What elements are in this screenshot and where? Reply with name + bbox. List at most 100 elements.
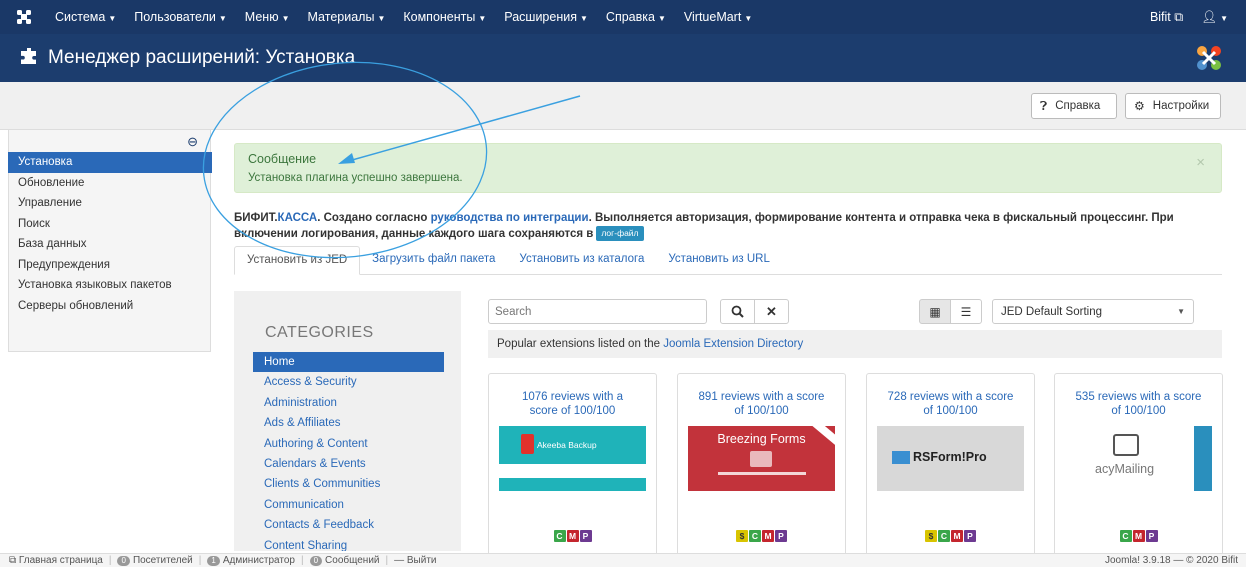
sidebar-item-warnings[interactable]: Предупреждения	[8, 255, 212, 276]
external-link-icon: ⧉	[1174, 9, 1184, 24]
admins-badge: 1	[207, 555, 220, 566]
menu-help[interactable]: Справка ▼	[597, 10, 675, 24]
page-header: Менеджер расширений: Установка	[0, 34, 1246, 82]
extension-card[interactable]: 535 reviews with a score of 100/100 acyM…	[1054, 373, 1223, 563]
review-count[interactable]: 728 reviews with a score of 100/100	[867, 390, 1034, 418]
tab-upload-package[interactable]: Загрузить файл пакета	[360, 246, 507, 275]
install-tabs: Установить из JED Загрузить файл пакета …	[234, 246, 1222, 275]
category-item[interactable]: Contacts & Feedback	[253, 515, 444, 535]
logout-icon: —	[394, 555, 405, 566]
visitors-link[interactable]: Посетителей	[133, 555, 193, 566]
menu-menus[interactable]: Меню ▼	[236, 10, 299, 24]
popular-info-bar: Popular extensions listed on the Joomla …	[488, 330, 1222, 358]
menu-users[interactable]: Пользователи ▼	[125, 10, 236, 24]
toolbar: ❓︎ Справка ⚙ Настройки	[0, 82, 1246, 130]
close-icon[interactable]: ×	[1196, 154, 1205, 171]
list-view-button[interactable]: ☰	[950, 299, 982, 324]
category-item[interactable]: Content Sharing	[253, 536, 444, 551]
log-file-button[interactable]: лог-файл	[596, 226, 644, 241]
extension-thumbnail[interactable]: Breezing Forms	[688, 426, 835, 491]
close-icon: ✕	[766, 303, 777, 319]
categories-panel: CATEGORIES Home Access & Security Admini…	[234, 291, 461, 551]
extension-thumbnail[interactable]: RSForm!Pro	[877, 426, 1024, 491]
review-count[interactable]: 1076 reviews with a score of 100/100	[489, 390, 656, 418]
card-badges: $ C M P	[867, 530, 1034, 542]
sort-select[interactable]: JED Default Sorting ▼	[992, 299, 1194, 324]
grid-view-button[interactable]: ▦	[919, 299, 951, 324]
alert-title: Сообщение	[248, 152, 317, 166]
alert-message: Установка плагина успешно завершена.	[248, 172, 463, 184]
tab-install-folder[interactable]: Установить из каталога	[507, 246, 656, 275]
plugin-description: БИФИТ.КАССА. Создано согласно руководств…	[234, 212, 1174, 241]
card-badges: C M P	[489, 530, 656, 542]
sidebar-item-manage[interactable]: Управление	[8, 193, 212, 214]
menu-virtuemart[interactable]: VirtueMart ▼	[675, 10, 761, 24]
extension-card[interactable]: 891 reviews with a score of 100/100 Bree…	[677, 373, 846, 563]
category-item[interactable]: Access & Security	[253, 372, 444, 392]
help-button[interactable]: ❓︎ Справка	[1031, 93, 1117, 119]
sidebar-item-update-sites[interactable]: Серверы обновлений	[8, 296, 212, 317]
caret-down-icon: ▼	[744, 14, 753, 23]
guide-link[interactable]: руководства по интеграции	[431, 212, 589, 224]
review-count[interactable]: 535 reviews with a score of 100/100	[1055, 390, 1222, 418]
question-circle-icon: ❓︎	[1040, 98, 1048, 113]
sidebar: ⊖ Установка Обновление Управление Поиск …	[8, 130, 212, 352]
menu-content[interactable]: Материалы ▼	[299, 10, 395, 24]
version-text: Joomla! 3.9.18 — © 2020 Bifit	[1105, 555, 1238, 566]
card-badges: $ C M P	[678, 530, 845, 542]
caret-down-icon: ▼	[1220, 13, 1228, 23]
menu-components[interactable]: Компоненты ▼	[394, 10, 495, 24]
search-icon	[731, 305, 744, 318]
category-item[interactable]: Ads & Affiliates	[253, 413, 444, 433]
category-item[interactable]: Administration	[253, 393, 444, 413]
extension-card[interactable]: 1076 reviews with a score of 100/100 Ake…	[488, 373, 657, 563]
settings-button[interactable]: ⚙ Настройки	[1125, 93, 1221, 119]
collapse-sidebar-icon[interactable]: ⊖	[187, 134, 198, 150]
puzzle-icon	[20, 47, 38, 70]
top-navbar: Система ▼ Пользователи ▼ Меню ▼ Материалы ▼ …	[0, 0, 1246, 34]
external-link-icon: ⧉	[9, 555, 17, 566]
chevron-down-icon: ▼	[1177, 307, 1185, 316]
user-menu[interactable]: 👤︎ ▼	[1201, 10, 1228, 25]
extension-thumbnail[interactable]: Akeeba Backup	[499, 426, 646, 491]
messages-badge: 0	[309, 555, 323, 566]
list-icon: ☰	[960, 304, 972, 319]
sidebar-item-install[interactable]: Установка	[8, 152, 212, 173]
joomla-logo-icon[interactable]	[14, 7, 34, 27]
sidebar-item-update[interactable]: Обновление	[8, 173, 212, 194]
home-link[interactable]: Главная страница	[19, 555, 103, 566]
tab-install-jed[interactable]: Установить из JED	[234, 246, 361, 275]
category-item[interactable]: Communication	[253, 495, 444, 515]
sidebar-item-discover[interactable]: Поиск	[8, 214, 212, 235]
gear-icon: ⚙	[1134, 99, 1145, 113]
caret-down-icon: ▼	[478, 14, 487, 23]
search-input[interactable]	[488, 299, 707, 324]
extension-card[interactable]: 728 reviews with a score of 100/100 RSFo…	[866, 373, 1035, 563]
review-count[interactable]: 891 reviews with a score of 100/100	[678, 390, 845, 418]
logout-link[interactable]: Выйти	[407, 555, 437, 566]
page-title: Менеджер расширений: Установка	[48, 47, 356, 68]
messages-link[interactable]: Сообщений	[325, 555, 379, 566]
sidebar-item-database[interactable]: База данных	[8, 234, 212, 255]
menu-system[interactable]: Система ▼	[46, 10, 125, 24]
menu-extensions[interactable]: Расширения ▼	[495, 10, 597, 24]
brand-link[interactable]: КАССА	[278, 212, 318, 224]
category-item[interactable]: Clients & Communities	[253, 474, 444, 494]
grid-icon: ▦	[929, 304, 941, 319]
category-item[interactable]: Authoring & Content	[253, 434, 444, 454]
success-alert: Сообщение Установка плагина успешно заве…	[234, 143, 1222, 193]
tab-install-url[interactable]: Установить из URL	[656, 246, 781, 275]
category-item[interactable]: Calendars & Events	[253, 454, 444, 474]
categories-title: CATEGORIES	[265, 324, 374, 341]
user-icon: 👤︎	[1201, 9, 1218, 24]
admins-link[interactable]: Администратор	[223, 555, 295, 566]
search-button[interactable]	[720, 299, 755, 324]
sidebar-item-languages[interactable]: Установка языковых пакетов	[8, 275, 212, 296]
jed-link[interactable]: Joomla Extension Directory	[663, 338, 803, 350]
visitors-badge: 0	[117, 555, 130, 566]
clear-search-button[interactable]: ✕	[754, 299, 789, 324]
site-link[interactable]: Bifit ⧉	[1150, 10, 1183, 25]
category-item[interactable]: Home	[253, 352, 444, 373]
extension-thumbnail[interactable]: acyMailing	[1065, 426, 1212, 491]
caret-down-icon: ▼	[218, 14, 227, 23]
